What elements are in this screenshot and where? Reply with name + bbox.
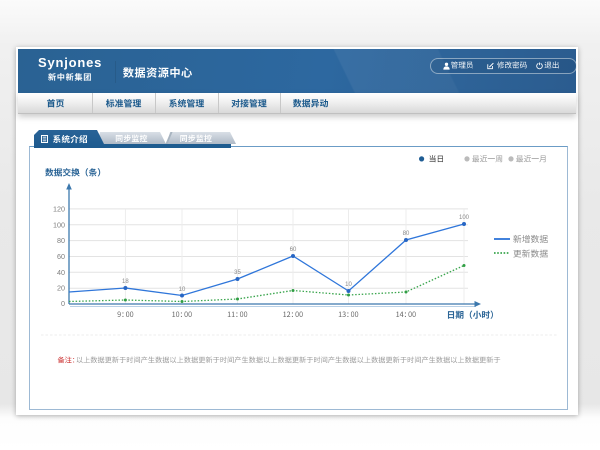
svg-text:40: 40 xyxy=(57,268,65,277)
svg-text:60: 60 xyxy=(290,247,297,253)
svg-text:60: 60 xyxy=(57,252,65,261)
svg-text:100: 100 xyxy=(459,215,470,221)
svg-text:10: 10 xyxy=(345,282,352,288)
svg-text:20: 20 xyxy=(57,284,65,293)
svg-text:18: 18 xyxy=(122,279,129,285)
svg-text:80: 80 xyxy=(57,236,65,245)
svg-text:35: 35 xyxy=(234,270,241,276)
svg-text:10: 10 xyxy=(179,287,186,293)
svg-text:0: 0 xyxy=(61,299,65,308)
svg-text:100: 100 xyxy=(53,220,65,229)
svg-text:80: 80 xyxy=(403,231,410,237)
svg-text:120: 120 xyxy=(53,204,65,213)
